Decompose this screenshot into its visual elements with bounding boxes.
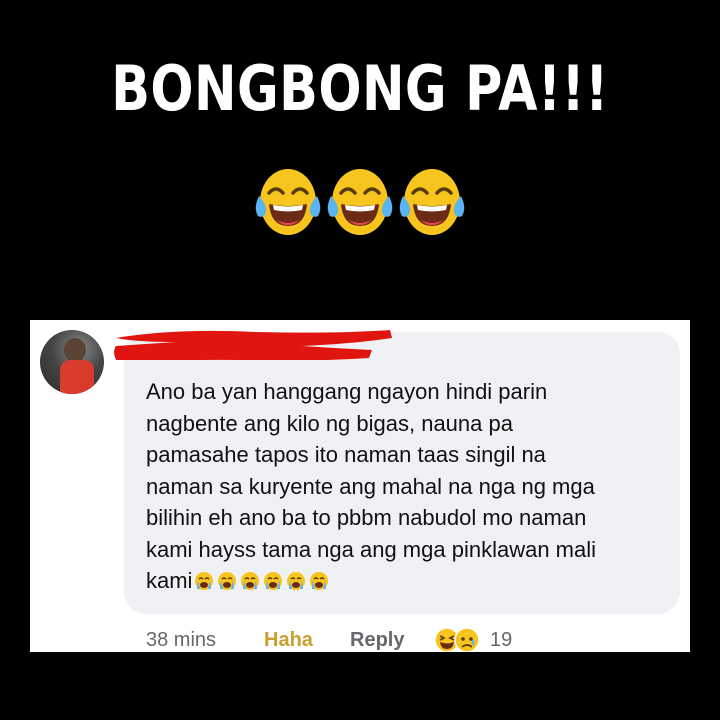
comment-line: naman sa kuryente ang mahal na nga ng mg…: [146, 473, 595, 499]
tears-of-joy-icon: [399, 169, 465, 235]
sad-reaction-icon: [454, 627, 480, 652]
comment-line: kami: [146, 568, 193, 593]
reaction-summary[interactable]: [434, 627, 490, 652]
crying-face-icon: [195, 572, 214, 590]
crying-face-icon: [264, 572, 283, 590]
tears-of-joy-icon: [327, 169, 393, 235]
comment-bubble: Ano ba yan hanggang ngayon hindi parin n…: [124, 332, 680, 614]
avatar[interactable]: [40, 330, 104, 394]
tears-of-joy-icon: [255, 169, 321, 235]
crying-face-icon: [287, 572, 306, 590]
headline-emoji-row: [0, 166, 720, 238]
comment-card: Ano ba yan hanggang ngayon hindi parin n…: [30, 320, 690, 652]
comment-line: pamasahe tapos ito naman taas singil na: [146, 442, 546, 467]
redacted-username: [114, 330, 392, 360]
avatar-shirt: [60, 360, 94, 394]
avatar-head: [64, 338, 86, 362]
comment-last-line: kami: [146, 565, 666, 597]
comment-line: bilihin eh ano ba to pbbm nabudol mo nam…: [146, 505, 587, 530]
reaction-count: 19: [490, 628, 513, 651]
comment-line: kami hayss tama nga ang mga pinklawan ma…: [146, 536, 597, 562]
timestamp[interactable]: 38 mins: [146, 629, 264, 652]
headline: BONGBONG PA!!!: [111, 52, 609, 125]
comment-footer: 38 mins Haha Reply 19: [146, 627, 512, 652]
crying-face-icon: [310, 572, 329, 590]
crying-emoji-row: [194, 571, 329, 591]
reply-button[interactable]: Reply: [350, 629, 434, 652]
crying-face-icon: [218, 572, 237, 590]
haha-button[interactable]: Haha: [264, 629, 350, 652]
comment-line: nagbente ang kilo ng bigas, nauna pa: [146, 410, 513, 436]
comment-text: Ano ba yan hanggang ngayon hindi parin n…: [146, 376, 666, 597]
crying-face-icon: [241, 572, 260, 590]
comment-line: Ano ba yan hanggang ngayon hindi parin: [146, 379, 548, 404]
